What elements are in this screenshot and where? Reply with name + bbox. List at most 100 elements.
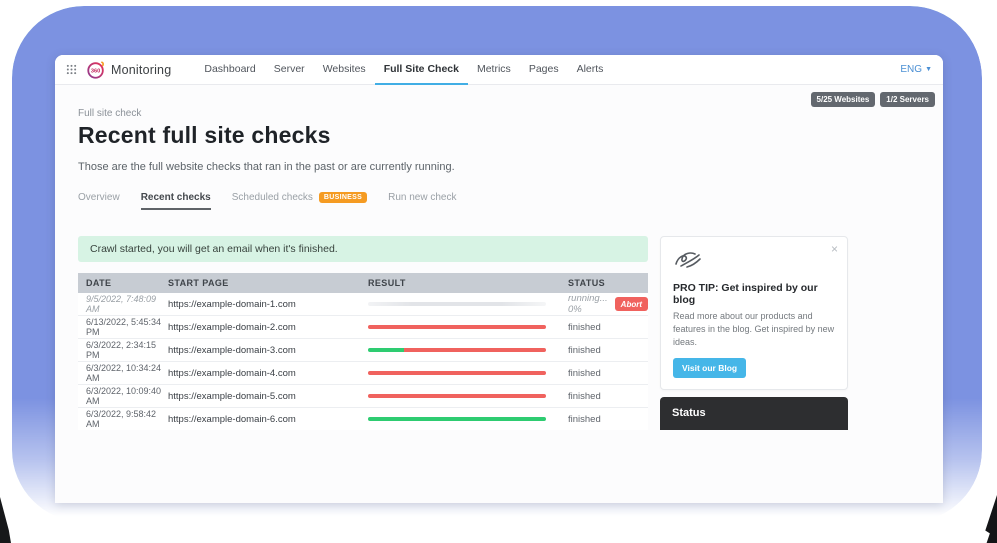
column-header-status: STATUS — [568, 278, 648, 288]
column-header-start-page: START PAGE — [168, 278, 368, 288]
cell-status: finished — [568, 391, 648, 402]
nav-item-metrics[interactable]: Metrics — [468, 55, 520, 85]
column-header-date: DATE — [78, 278, 168, 288]
tab-recent-checks[interactable]: Recent checks — [141, 192, 211, 210]
progress-segment-pending — [368, 302, 546, 306]
nav-item-alerts[interactable]: Alerts — [568, 55, 613, 85]
cell-status: finished — [568, 368, 648, 379]
content-row: Crawl started, you will get an email whe… — [78, 236, 920, 430]
protip-title: PRO TIP: Get inspired by our blog — [673, 282, 835, 306]
language-selector[interactable]: ENG ▼ — [900, 64, 932, 75]
table-row: 6/3/2022, 9:58:42 AMhttps://example-doma… — [78, 408, 648, 430]
cell-start-page: https://example-domain-4.com — [168, 368, 368, 379]
nav-item-full-site-check[interactable]: Full Site Check — [375, 55, 468, 85]
nav-item-server[interactable]: Server — [265, 55, 314, 85]
status-sections: SERVERS0 open alert(s)0 servers downWEBS… — [672, 428, 836, 430]
app-launcher-icon[interactable] — [66, 64, 77, 75]
cell-result — [368, 371, 568, 375]
cell-date: 6/3/2022, 9:58:42 AM — [78, 409, 168, 429]
status-text: finished — [568, 391, 601, 402]
protip-card: × PRO TIP: Get inspired by our blog Read… — [660, 236, 848, 390]
nav-item-dashboard[interactable]: Dashboard — [195, 55, 264, 85]
inspiration-doodle-icon — [673, 248, 703, 270]
quota-badge-1-2-servers: 1/2 Servers — [880, 92, 935, 107]
protip-body: Read more about our products and feature… — [673, 310, 835, 349]
progress-segment-red — [368, 371, 546, 375]
close-icon[interactable]: × — [831, 242, 838, 256]
cell-result — [368, 325, 568, 329]
checks-column: Crawl started, you will get an email whe… — [78, 236, 648, 430]
table-row: 6/13/2022, 5:45:34 PMhttps://example-dom… — [78, 316, 648, 339]
status-text: running... 0% — [568, 293, 608, 315]
cell-status: finished — [568, 322, 648, 333]
tab-run-new-check[interactable]: Run new check — [388, 192, 456, 210]
cell-status: running... 0% Abort — [568, 293, 648, 315]
status-section-label-servers: SERVERS — [672, 428, 836, 430]
progress-bar — [368, 348, 546, 352]
top-navigation: 360 Monitoring DashboardServerWebsitesFu… — [55, 55, 943, 85]
status-text: finished — [568, 345, 601, 356]
progress-segment-green — [368, 348, 404, 352]
cell-status: finished — [568, 345, 648, 356]
tab-label: Scheduled checks — [232, 192, 313, 203]
progress-segment-red — [368, 325, 546, 329]
language-label: ENG — [900, 64, 922, 75]
cell-date: 6/13/2022, 5:45:34 PM — [78, 317, 168, 337]
nav-item-websites[interactable]: Websites — [314, 55, 375, 85]
svg-text:360: 360 — [91, 68, 100, 74]
sidebar-column: × PRO TIP: Get inspired by our blog Read… — [660, 236, 848, 430]
brand-name: Monitoring — [111, 63, 171, 77]
table-row: 6/3/2022, 10:09:40 AMhttps://example-dom… — [78, 385, 648, 408]
cell-result — [368, 394, 568, 398]
cell-date: 6/3/2022, 10:34:24 AM — [78, 363, 168, 383]
cell-start-page: https://example-domain-5.com — [168, 391, 368, 402]
table-row: 6/3/2022, 10:34:24 AMhttps://example-dom… — [78, 362, 648, 385]
status-panel-title: Status — [672, 407, 836, 419]
status-text: finished — [568, 368, 601, 379]
table-rows: 9/5/2022, 7:48:09 AMhttps://example-doma… — [78, 293, 648, 430]
quota-badge-5-25-websites: 5/25 Websites — [811, 92, 876, 107]
page-description: Those are the full website checks that r… — [78, 161, 920, 173]
quota-badges: 5/25 Websites 1/2 Servers — [811, 92, 935, 107]
visit-blog-button[interactable]: Visit our Blog — [673, 358, 746, 378]
logo-360-icon: 360 — [86, 60, 106, 80]
progress-bar — [368, 417, 546, 421]
cell-start-page: https://example-domain-1.com — [168, 299, 368, 310]
progress-segment-green — [368, 417, 546, 421]
screen: 360 Monitoring DashboardServerWebsitesFu… — [0, 0, 997, 543]
app-window: 360 Monitoring DashboardServerWebsitesFu… — [55, 55, 943, 503]
progress-bar — [368, 371, 546, 375]
table-row: 6/3/2022, 2:34:15 PMhttps://example-doma… — [78, 339, 648, 362]
cursor-artifact-left — [0, 497, 11, 543]
page-body: 5/25 Websites 1/2 Servers Full site check… — [55, 85, 943, 503]
progress-segment-red — [404, 348, 546, 352]
tab-scheduled-checks[interactable]: Scheduled checks BUSINESS — [232, 192, 367, 210]
tab-label: Run new check — [388, 192, 456, 203]
cell-status: finished — [568, 414, 648, 425]
progress-segment-red — [368, 394, 546, 398]
brand-logo[interactable]: 360 Monitoring — [86, 60, 171, 80]
nav-links: DashboardServerWebsitesFull Site CheckMe… — [195, 55, 612, 85]
cursor-artifact-right — [984, 495, 997, 543]
abort-button[interactable]: Abort — [615, 297, 648, 311]
chevron-down-icon: ▼ — [925, 66, 932, 73]
cell-start-page: https://example-domain-3.com — [168, 345, 368, 356]
progress-bar — [368, 302, 546, 306]
business-badge: BUSINESS — [319, 192, 367, 203]
progress-bar — [368, 394, 546, 398]
column-header-result: RESULT — [368, 278, 568, 288]
table-header: DATESTART PAGERESULTSTATUS — [78, 273, 648, 293]
breadcrumb: Full site check — [78, 85, 920, 119]
table-row: 9/5/2022, 7:48:09 AMhttps://example-doma… — [78, 293, 648, 316]
status-text: finished — [568, 414, 601, 425]
success-notification: Crawl started, you will get an email whe… — [78, 236, 648, 262]
cell-start-page: https://example-domain-6.com — [168, 414, 368, 425]
tab-overview[interactable]: Overview — [78, 192, 120, 210]
cell-date: 6/3/2022, 10:09:40 AM — [78, 386, 168, 406]
status-panel: Status SERVERS0 open alert(s)0 servers d… — [660, 397, 848, 430]
cell-date: 9/5/2022, 7:48:09 AM — [78, 294, 168, 314]
tab-label: Overview — [78, 192, 120, 203]
tab-label: Recent checks — [141, 192, 211, 203]
nav-item-pages[interactable]: Pages — [520, 55, 568, 85]
cell-result — [368, 302, 568, 306]
